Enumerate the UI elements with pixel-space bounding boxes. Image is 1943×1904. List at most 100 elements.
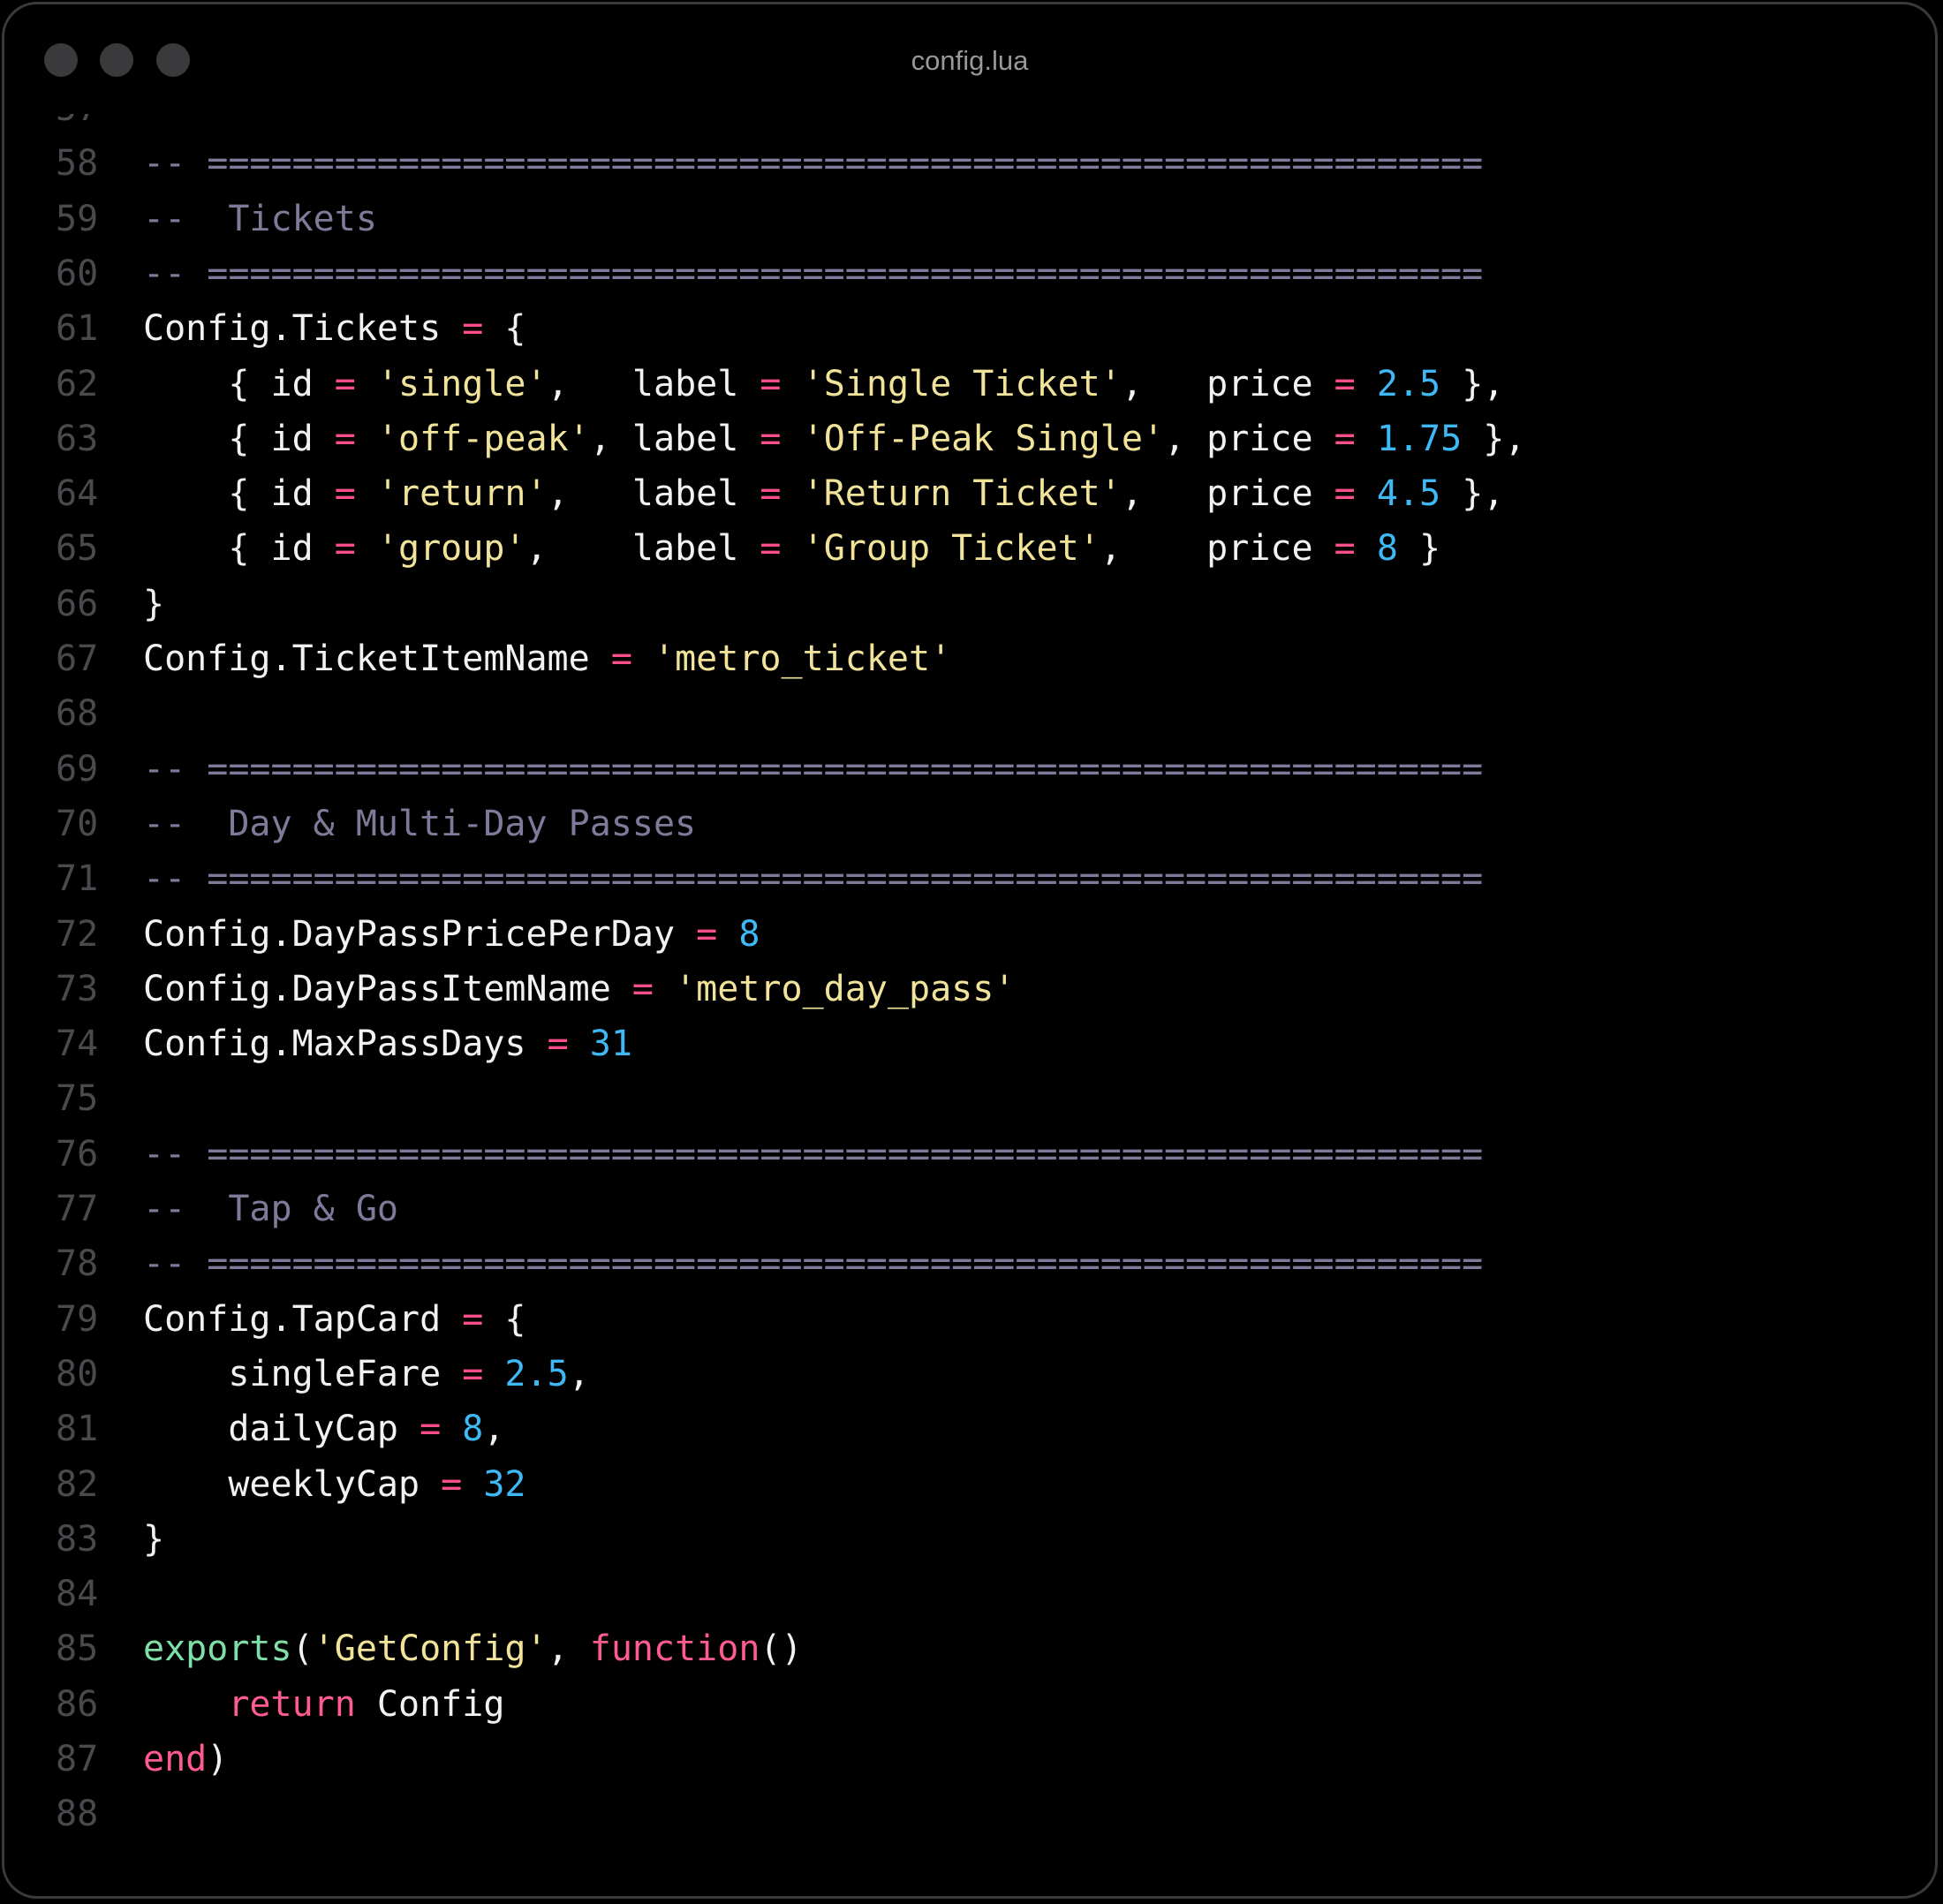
line-number: 66 [56, 583, 99, 624]
code-line[interactable]: 59 -- Tickets [4, 192, 1935, 246]
token-fn: exports [143, 1628, 292, 1670]
token-plain: , price [1100, 528, 1334, 570]
token-plain: () [760, 1628, 803, 1670]
token-str: 'GetConfig' [313, 1628, 548, 1670]
code-line[interactable]: 85 exports('GetConfig', function() [4, 1621, 1935, 1676]
code-line[interactable]: 61 Config.Tickets = { [4, 301, 1935, 356]
code-line[interactable]: 57 [4, 114, 1935, 136]
line-number: 75 [56, 1078, 99, 1120]
token-num: 8 [738, 913, 760, 955]
code-line[interactable]: 75 [4, 1071, 1935, 1126]
line-number: 88 [56, 1794, 99, 1835]
code-text: -- =====================================… [143, 742, 1483, 797]
token-plain: Config.TapCard [143, 1298, 463, 1340]
token-str: 'Single Ticket' [802, 363, 1122, 404]
code-line[interactable]: 69 -- ===================================… [4, 742, 1935, 797]
code-line[interactable]: 81 dailyCap = 8, [4, 1402, 1935, 1456]
token-op: = [760, 528, 782, 570]
code-text: Config.DayPassPricePerDay = 8 [143, 907, 760, 962]
code-line[interactable]: 73 Config.DayPassItemName = 'metro_day_pa… [4, 962, 1935, 1016]
code-line[interactable]: 74 Config.MaxPassDays = 31 [4, 1016, 1935, 1071]
line-number: 60 [56, 253, 99, 294]
editor-window: config.lua 57 58 -- ======================… [2, 2, 1938, 1899]
code-line[interactable]: 66} [4, 577, 1935, 631]
code-line[interactable]: 83} [4, 1512, 1935, 1567]
token-plain: , [547, 1628, 590, 1670]
code-line[interactable]: 67 Config.TicketItemName = 'metro_ticket' [4, 631, 1935, 686]
code-line[interactable]: 82 weeklyCap = 32 [4, 1457, 1935, 1512]
line-number: 59 [56, 198, 99, 239]
code-line[interactable]: 68 [4, 686, 1935, 741]
token-plain: singleFare [143, 1353, 463, 1394]
code-text: -- Tickets [143, 192, 377, 246]
token-plain: Config.TicketItemName [143, 638, 611, 679]
code-line[interactable]: 76 -- ===================================… [4, 1127, 1935, 1182]
code-line[interactable]: 86 return Config [4, 1677, 1935, 1732]
token-num: 8 [1376, 528, 1398, 570]
line-number: 78 [56, 1243, 99, 1285]
code-text: end) [143, 1732, 228, 1787]
line-number: 86 [56, 1683, 99, 1725]
code-line[interactable]: 87 end) [4, 1732, 1935, 1787]
code-text: { id = 'group', label = 'Group Ticket', … [143, 521, 1440, 576]
code-line[interactable]: 72 Config.DayPassPricePerDay = 8 [4, 907, 1935, 962]
code-text: -- =====================================… [143, 1236, 1483, 1291]
token-plain: }, [1440, 473, 1505, 515]
token-str: 'return' [376, 473, 548, 515]
token-plain: { id [143, 473, 335, 515]
code-line[interactable]: 88 [4, 1787, 1935, 1841]
token-op: = [462, 308, 484, 350]
token-comment: -- =====================================… [143, 1243, 1484, 1285]
token-plain: Config.Tickets [143, 308, 463, 350]
code-line[interactable]: 77 -- Tap & Go [4, 1182, 1935, 1236]
line-number: 77 [56, 1189, 99, 1229]
code-line[interactable]: 58 -- ===================================… [4, 136, 1935, 191]
line-number: 65 [56, 528, 99, 570]
code-line[interactable]: 79 Config.TapCard = { [4, 1292, 1935, 1347]
token-plain: ( [291, 1628, 314, 1670]
token-num: 1.75 [1376, 418, 1463, 459]
code-text: Config.TicketItemName = 'metro_ticket' [143, 631, 951, 686]
token-plain: , [568, 1353, 590, 1394]
code-line[interactable]: 63 { id = 'off-peak', label = 'Off-Peak … [4, 412, 1935, 466]
code-line[interactable]: 64 { id = 'return', label = 'Return Tick… [4, 466, 1935, 521]
token-kw: return [228, 1683, 356, 1725]
code-text: -- Tap & Go [143, 1182, 398, 1236]
token-num: 2.5 [504, 1353, 569, 1394]
token-plain: { id [143, 418, 335, 459]
token-comment: -- =====================================… [143, 858, 1484, 900]
token-comment: -- =====================================… [143, 1133, 1484, 1175]
code-line[interactable]: 78 -- ===================================… [4, 1236, 1935, 1291]
code-editor[interactable]: 57 58 -- =================================… [4, 114, 1935, 1896]
code-line[interactable]: 84 [4, 1567, 1935, 1621]
code-line[interactable]: 80 singleFare = 2.5, [4, 1347, 1935, 1402]
code-line[interactable]: 70 -- Day & Multi-Day Passes [4, 797, 1935, 851]
code-line[interactable]: 62 { id = 'single', label = 'Single Tick… [4, 357, 1935, 412]
token-op: = [462, 1353, 484, 1394]
token-str: 'group' [376, 528, 526, 570]
token-plain: dailyCap [143, 1409, 420, 1450]
token-op: = [610, 638, 632, 679]
token-comment: -- Tap & Go [143, 1189, 398, 1229]
code-line[interactable]: 60 -- ===================================… [4, 246, 1935, 301]
code-text: -- =====================================… [143, 136, 1483, 191]
code-viewport[interactable]: 57 58 -- =================================… [4, 114, 1935, 1896]
code-text: Config.Tickets = { [143, 301, 526, 356]
line-number: 61 [56, 308, 99, 350]
code-line[interactable]: 71 -- ===================================… [4, 851, 1935, 906]
code-text: exports('GetConfig', function() [143, 1621, 803, 1676]
token-plain: , label [547, 473, 760, 515]
token-plain: Config [355, 1683, 505, 1725]
line-number: 83 [56, 1518, 99, 1560]
token-plain: } [143, 1518, 165, 1560]
code-line[interactable]: 65 { id = 'group', label = 'Group Ticket… [4, 521, 1935, 576]
token-op: = [760, 418, 782, 459]
